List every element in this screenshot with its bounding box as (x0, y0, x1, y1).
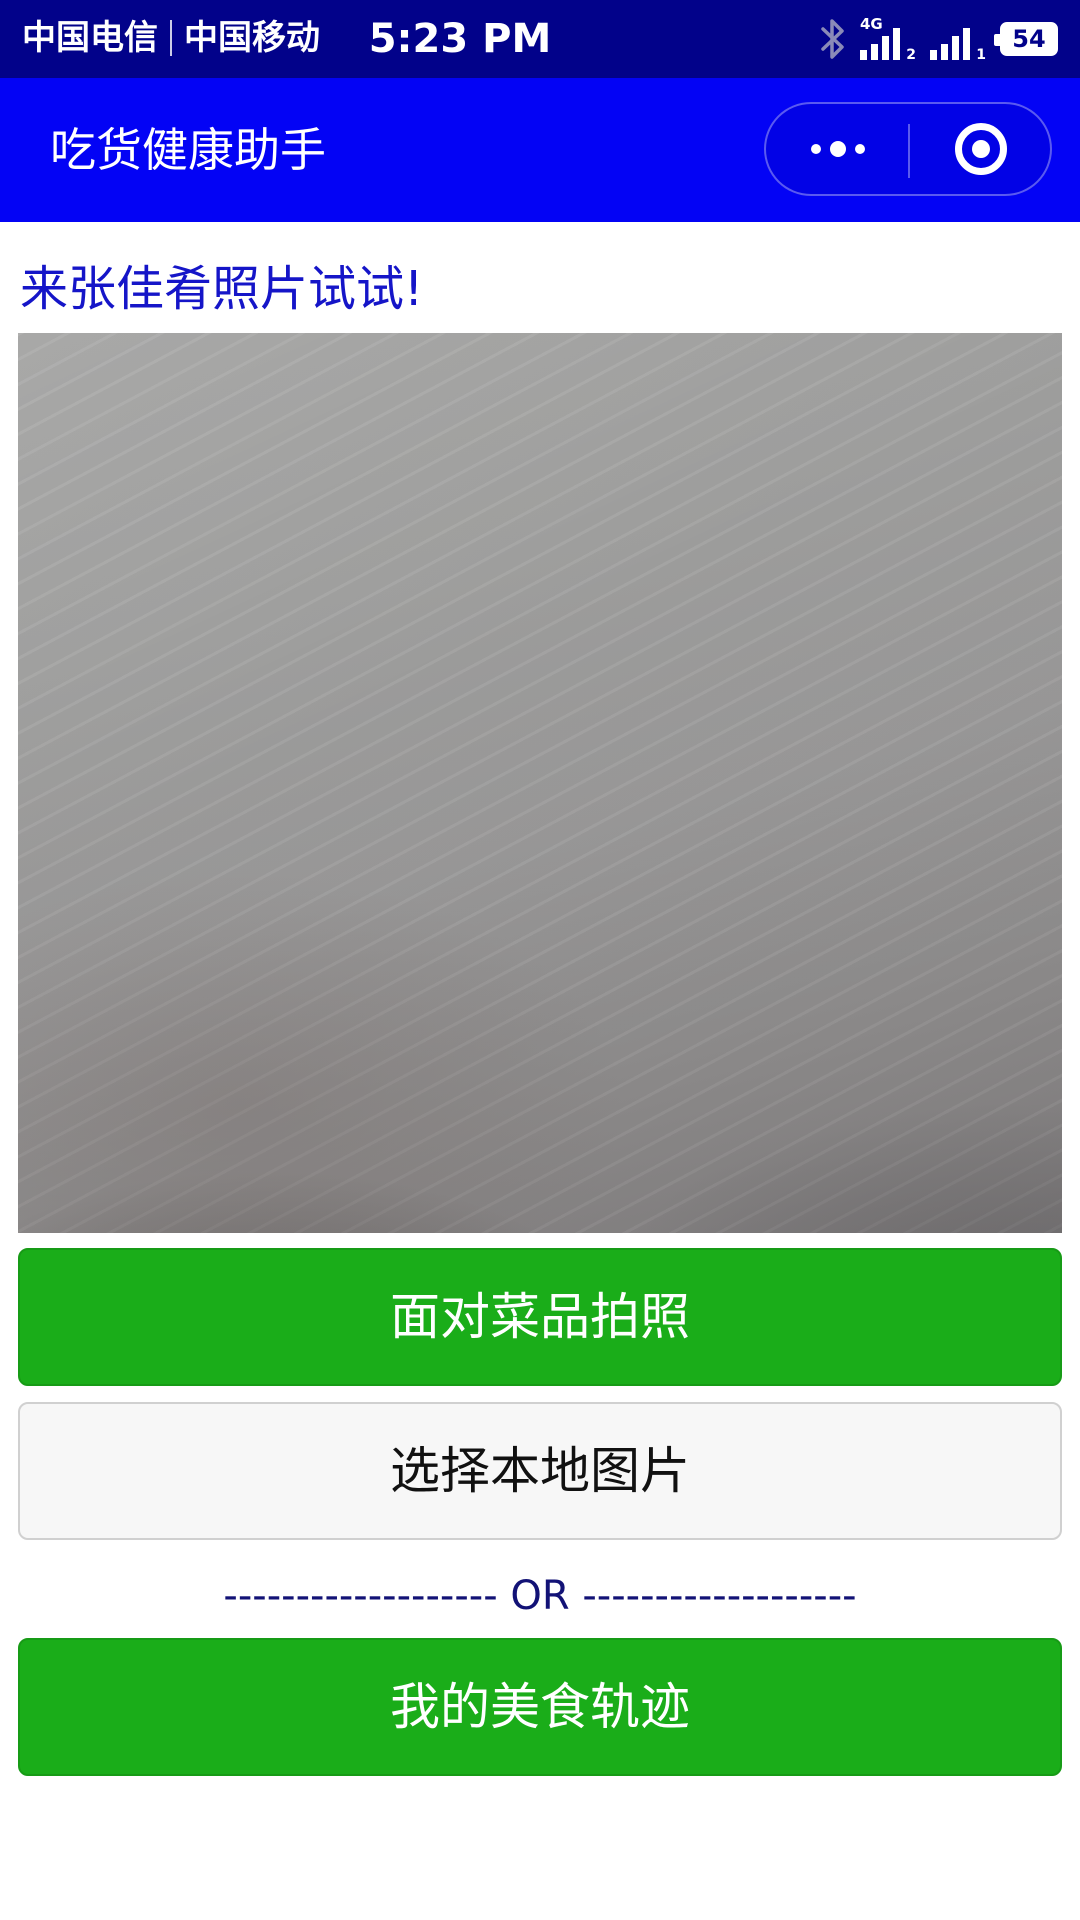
close-miniprogram-button[interactable] (910, 104, 1052, 194)
menu-capsule (764, 102, 1052, 196)
signal-bars (860, 28, 900, 60)
food-history-label: 我的美食轨迹 (390, 1678, 690, 1736)
clock-time: 5:23 PM (368, 16, 552, 62)
battery-level: 54 (1012, 25, 1046, 53)
status-icons: 4G 2 1 54 (820, 14, 1058, 64)
choose-image-button[interactable]: 选择本地图片 (18, 1402, 1062, 1540)
take-photo-button[interactable]: 面对菜品拍照 (18, 1248, 1062, 1386)
choose-image-label: 选择本地图片 (390, 1442, 690, 1500)
nav-bar: 吃货健康助手 (0, 78, 1080, 222)
page-title: 吃货健康助手 (50, 123, 326, 177)
bluetooth-icon (820, 17, 846, 61)
signal-icon: 4G 2 (860, 16, 916, 62)
sim-1-label: 2 (906, 47, 916, 63)
more-button[interactable] (766, 104, 909, 194)
signal-icon: 1 (930, 16, 986, 62)
sim-2-label: 1 (976, 47, 986, 63)
status-bar: 中国电信 中国移动 5:23 PM 4G 2 1 54 (0, 0, 1080, 78)
food-history-button[interactable]: 我的美食轨迹 (18, 1638, 1062, 1776)
camera-preview (18, 333, 1062, 1233)
signal-bars (930, 28, 970, 60)
or-divider: ------------------- OR -----------------… (223, 1573, 857, 1619)
target-circle-icon (955, 123, 1007, 175)
take-photo-label: 面对菜品拍照 (390, 1288, 690, 1346)
more-dots-icon (810, 141, 865, 157)
prompt-text: 来张佳肴照片试试! (20, 261, 424, 317)
battery-icon: 54 (994, 22, 1058, 56)
